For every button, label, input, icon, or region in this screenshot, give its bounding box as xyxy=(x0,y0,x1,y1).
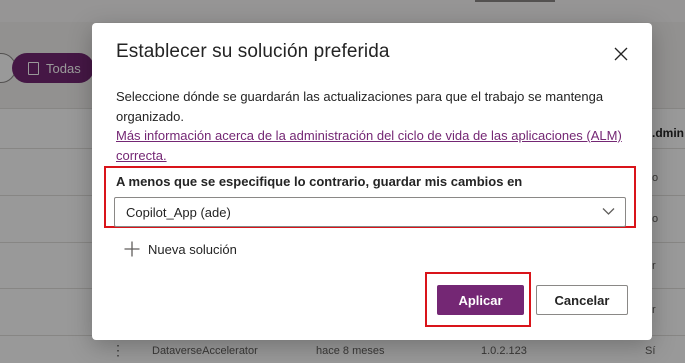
plus-icon xyxy=(124,241,140,257)
preferred-solution-dialog: Establecer su solución preferida Selecci… xyxy=(92,23,652,340)
cancel-button[interactable]: Cancelar xyxy=(536,285,628,315)
alm-info-link[interactable]: Más información acerca de la administrac… xyxy=(116,126,626,165)
new-solution-button[interactable]: Nueva solución xyxy=(124,238,237,260)
solution-dropdown[interactable]: Copilot_App (ade) xyxy=(114,197,626,227)
dialog-title: Establecer su solución preferida xyxy=(116,41,390,62)
close-button[interactable] xyxy=(610,43,632,65)
new-solution-label: Nueva solución xyxy=(148,241,237,257)
selected-solution: Copilot_App (ade) xyxy=(126,204,231,220)
save-location-label: A menos que se especifique lo contrario,… xyxy=(116,174,523,189)
app-page: Todas .dmin o o r r ⋮ DataverseAccelerat… xyxy=(0,0,685,363)
chevron-down-icon xyxy=(602,208,615,215)
apply-button[interactable]: Aplicar xyxy=(437,285,524,315)
dialog-description: Seleccione dónde se guardarán las actual… xyxy=(116,89,604,124)
close-icon xyxy=(614,47,628,61)
